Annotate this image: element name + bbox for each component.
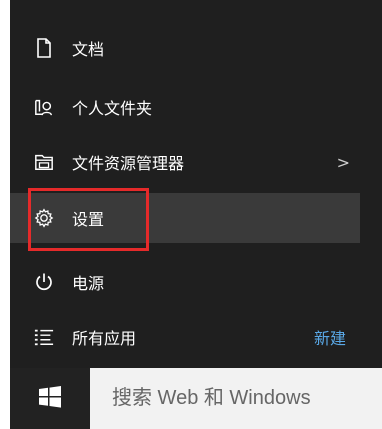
document-icon	[34, 38, 54, 58]
all-apps-icon	[34, 327, 54, 347]
new-button[interactable]: 新建	[314, 325, 346, 349]
menu-item-label: 所有应用	[72, 329, 137, 348]
gear-icon	[34, 208, 54, 228]
menu-item-documents[interactable]: 文档	[10, 23, 360, 73]
search-input[interactable]	[110, 386, 382, 411]
menu-item-label: 电源	[72, 274, 105, 293]
taskbar	[10, 368, 382, 429]
chevron-right-icon[interactable]: >	[337, 153, 350, 172]
menu-item-file-explorer[interactable]: 文件资源管理器 >	[10, 137, 360, 187]
menu-item-label: 个人文件夹	[72, 99, 153, 118]
menu-item-label: 文件资源管理器	[72, 154, 185, 173]
search-box[interactable]	[90, 368, 382, 429]
file-explorer-icon	[34, 152, 54, 172]
menu-item-power[interactable]: 电源	[10, 257, 360, 307]
menu-item-personal-folder[interactable]: 个人文件夹	[10, 82, 360, 132]
start-button[interactable]	[10, 368, 90, 429]
menu-item-settings[interactable]: 设置	[10, 193, 360, 243]
windows-logo-icon	[38, 385, 62, 413]
user-folder-icon	[34, 97, 54, 117]
menu-item-label: 设置	[72, 210, 105, 229]
menu-item-label: 文档	[72, 40, 105, 59]
start-menu: 文档 个人文件夹 文件资源管理器 > 设置 电源 所有应用 新建	[10, 0, 382, 368]
power-icon	[34, 272, 54, 292]
menu-item-all-apps[interactable]: 所有应用 新建	[10, 312, 360, 362]
